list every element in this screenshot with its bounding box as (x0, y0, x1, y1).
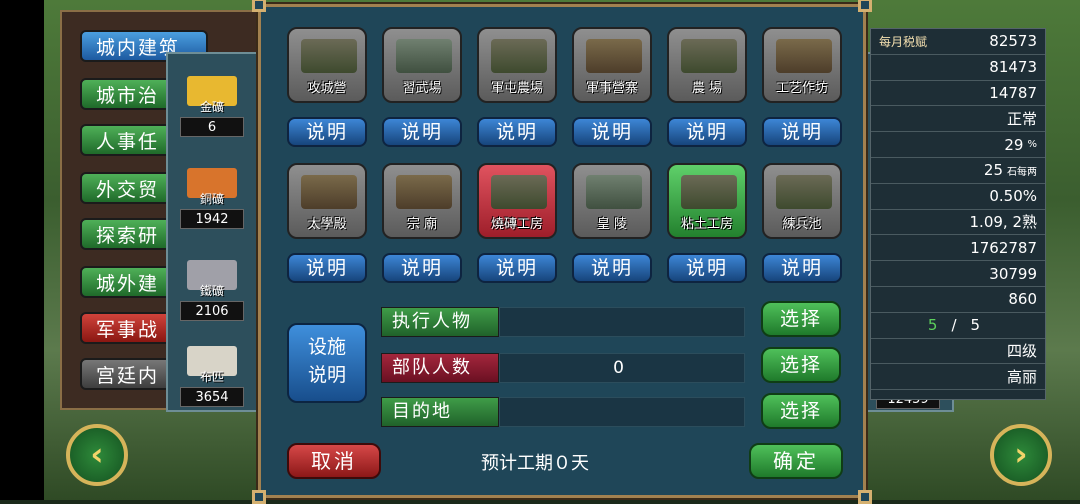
building-illustration (681, 175, 737, 209)
building-military-camp[interactable]: 軍事營寨 (572, 27, 652, 103)
stat-row: 30799 (871, 261, 1045, 287)
building-craft-workshop[interactable]: 工艺作坊 (762, 27, 842, 103)
resource-iron: 鐵礦 2106 (168, 260, 256, 321)
executor-field (499, 307, 745, 337)
building-military-farm[interactable]: 軍屯農場 (477, 27, 557, 103)
explain-button[interactable]: 说明 (477, 117, 557, 147)
explain-button[interactable]: 说明 (667, 117, 747, 147)
explain-button[interactable]: 说明 (667, 253, 747, 283)
explain-button[interactable]: 说明 (477, 253, 557, 283)
explain-button[interactable]: 说明 (287, 117, 367, 147)
building-illustration (491, 175, 547, 209)
building-illustration (776, 175, 832, 209)
select-executor-button[interactable]: 选择 (761, 301, 841, 337)
stat-row: 25 石每两 (871, 158, 1045, 184)
building-training-pool[interactable]: 練兵池 (762, 163, 842, 239)
stat-row: 正常 (871, 106, 1045, 133)
stat-row: 5 / 5 (871, 313, 1045, 339)
building-imperial-tomb[interactable]: 皇 陵 (572, 163, 652, 239)
facility-explanation-button[interactable]: 设施 说明 (287, 323, 367, 403)
building-illustration (586, 175, 642, 209)
stat-row: 14787 (871, 81, 1045, 107)
resource-cloth: 布匹 3654 (168, 346, 256, 407)
building-martial-grounds[interactable]: 習武場 (382, 27, 462, 103)
building-siege-camp[interactable]: 攻城營 (287, 27, 367, 103)
stat-row: 1.09, 2熟 (871, 210, 1045, 236)
building-ancestral-temple[interactable]: 宗 廟 (382, 163, 462, 239)
stat-row: 1762787 (871, 235, 1045, 262)
building-clay-workshop[interactable]: 粘土工房 (667, 163, 747, 239)
building-illustration (396, 175, 452, 209)
explain-button[interactable]: 说明 (572, 253, 652, 283)
building-farm[interactable]: 農 場 (667, 27, 747, 103)
building-illustration (491, 39, 547, 73)
building-illustration (396, 39, 452, 73)
stat-row: 四级 (871, 339, 1045, 365)
explain-button[interactable]: 说明 (762, 253, 842, 283)
resource-copper: 銅礦 1942 (168, 168, 256, 229)
explain-button[interactable]: 说明 (572, 117, 652, 147)
stat-row: 29% (871, 132, 1045, 158)
corner-ornament (252, 490, 266, 504)
destination-label: 目的地 (381, 397, 499, 427)
estimated-duration: 预计工期０天 (481, 453, 589, 474)
next-page-arrow-icon[interactable]: › (990, 424, 1052, 486)
stat-row: 81473 (871, 55, 1045, 81)
resource-gold: 金礦 6 (168, 76, 256, 137)
building-illustration (301, 39, 357, 73)
city-stats-table: 每月税赋 82573 81473 14787 正常 29% 25 石每两 0.50… (870, 28, 1046, 400)
confirm-button[interactable]: 确定 (749, 443, 843, 479)
troops-label: 部队人数 (381, 353, 499, 383)
corner-ornament (252, 0, 266, 12)
troops-field: 0 (499, 353, 745, 383)
explain-button[interactable]: 说明 (762, 117, 842, 147)
building-illustration (776, 39, 832, 73)
cancel-button[interactable]: 取消 (287, 443, 381, 479)
explain-button[interactable]: 说明 (287, 253, 367, 283)
destination-field (499, 397, 745, 427)
corner-ornament (858, 0, 872, 12)
building-illustration (586, 39, 642, 73)
resource-panel-left: 金礦 6 銅礦 1942 鐵礦 2106 布匹 3654 (166, 52, 258, 412)
executor-label: 执行人物 (381, 307, 499, 337)
select-destination-button[interactable]: 选择 (761, 393, 841, 429)
stat-row: 860 (871, 287, 1045, 313)
previous-page-arrow-icon[interactable]: ‹ (66, 424, 128, 486)
building-illustration (681, 39, 737, 73)
facility-build-dialog: 攻城營 習武場 軍屯農場 軍事營寨 農 場 工艺作坊 说明 说明 说明 说明 说… (252, 0, 872, 504)
building-brick-kiln[interactable]: 燒磚工房 (477, 163, 557, 239)
stat-row: 高丽 (871, 364, 1045, 391)
building-illustration (301, 175, 357, 209)
building-imperial-academy[interactable]: 太學殿 (287, 163, 367, 239)
stat-monthly-tax: 每月税赋 82573 (871, 29, 1045, 55)
screen-edge-rail (0, 0, 44, 500)
stat-row: 0.50% (871, 184, 1045, 210)
select-troops-button[interactable]: 选择 (761, 347, 841, 383)
corner-ornament (858, 490, 872, 504)
explain-button[interactable]: 说明 (382, 253, 462, 283)
explain-button[interactable]: 说明 (382, 117, 462, 147)
